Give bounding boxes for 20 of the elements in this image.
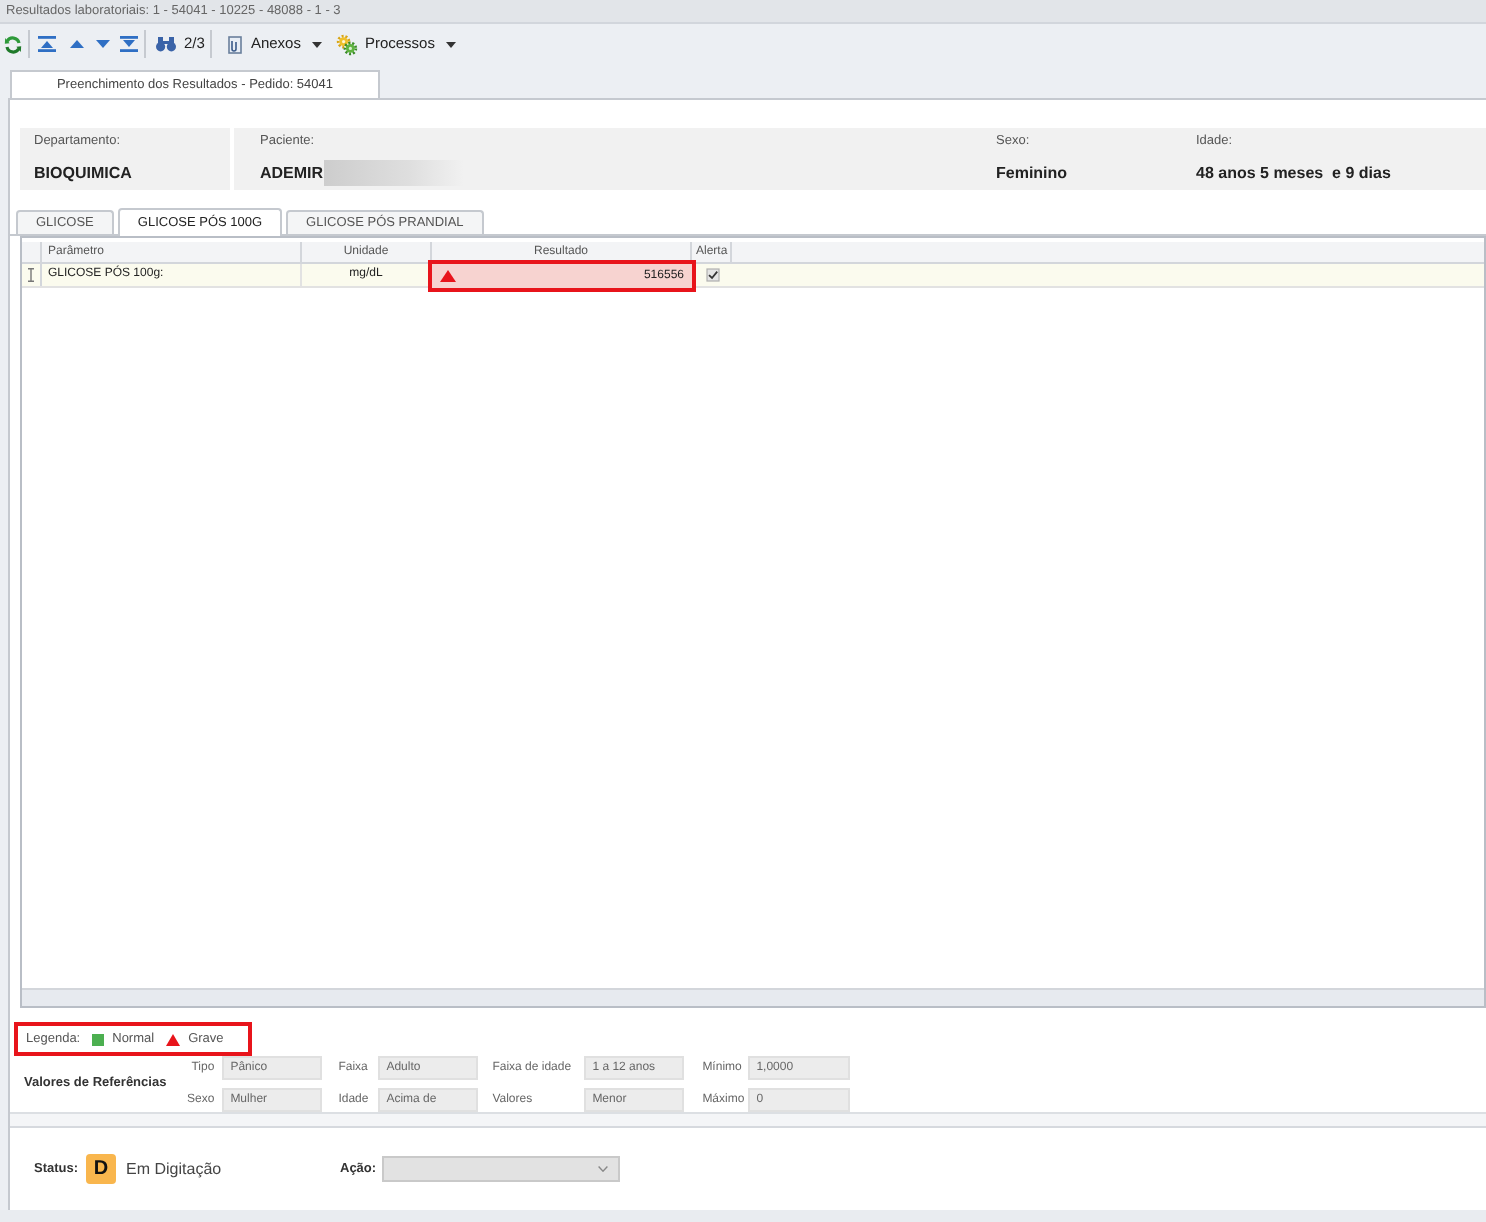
field-value: Feminino [996,161,1068,186]
bar-triangle-up-icon[interactable] [38,36,56,52]
status-text: Em Digitação [126,1157,222,1181]
field-value: ADEMIR [260,161,324,186]
document-clip-icon [226,35,245,53]
refresh-icon[interactable] [4,35,22,53]
binoculars-icon[interactable] [156,36,176,52]
checkbox[interactable] [705,268,719,282]
gears-icon [336,33,359,55]
field-value: 48 anos 5 meses e 9 dias [1196,161,1391,186]
triangle-icon [440,270,456,282]
horizontal-scrollbar[interactable] [22,988,1484,1006]
status-badge: D [86,1154,117,1184]
triangle-up-icon[interactable] [70,40,84,48]
caret-down-icon [446,41,457,47]
caret-down-icon [312,41,323,47]
triangle-down-icon[interactable] [96,40,110,48]
bar-triangle-down-icon[interactable] [120,36,138,52]
chevron-down-icon [598,1166,609,1172]
field-value: BIOQUIMICA [34,161,132,186]
